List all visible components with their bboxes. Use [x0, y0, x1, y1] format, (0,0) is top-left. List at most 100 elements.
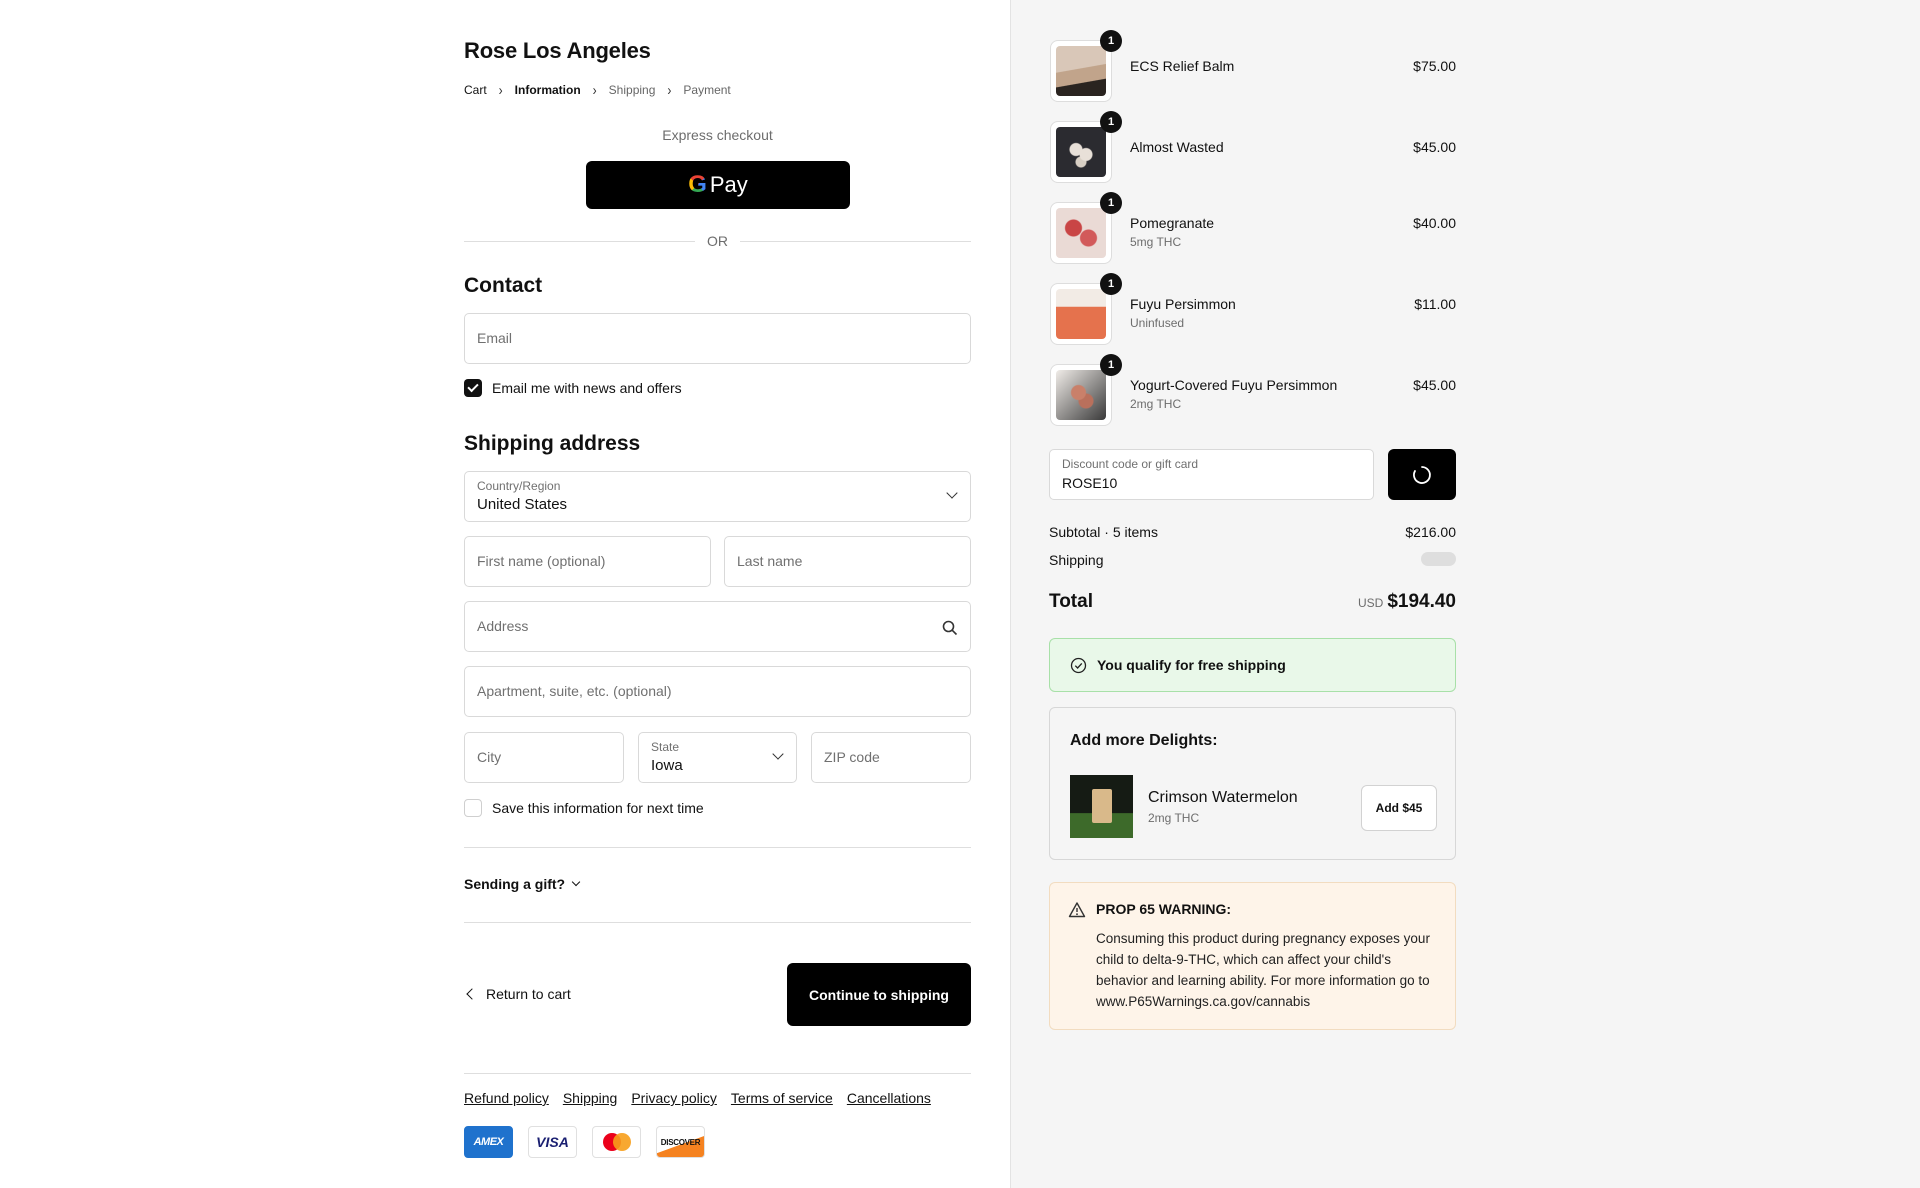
free-shipping-banner: You qualify for free shipping — [1049, 638, 1456, 692]
order-item: 1 Pomegranate 5mg THC $40.00 — [1050, 192, 1456, 265]
breadcrumb-shipping: Shipping — [608, 83, 656, 97]
shipping-loading-placeholder — [1421, 552, 1456, 566]
city-field[interactable]: City — [464, 732, 624, 783]
shipping-address-heading: Shipping address — [464, 432, 641, 455]
country-value: United States — [477, 496, 568, 513]
chevron-left-icon — [466, 988, 478, 1000]
apartment-field[interactable]: Apartment, suite, etc. (optional) — [464, 666, 971, 717]
state-label: State — [651, 740, 680, 754]
news-label: Email me with news and offers — [492, 380, 682, 396]
spinner-icon — [1413, 465, 1431, 484]
item-price: $75.00 — [1413, 58, 1456, 74]
email-placeholder: Email — [477, 330, 513, 346]
upsell-product-variant: 2mg THC — [1148, 811, 1200, 825]
zip-field[interactable]: ZIP code — [811, 732, 971, 783]
google-g-icon: G — [688, 171, 707, 198]
store-name[interactable]: Rose Los Angeles — [464, 38, 651, 64]
mastercard-icon — [592, 1126, 641, 1158]
country-label: Country/Region — [477, 479, 561, 493]
order-item: 1 ECS Relief Balm $75.00 — [1050, 30, 1456, 103]
item-price: $45.00 — [1413, 139, 1456, 155]
item-name: ECS Relief Balm — [1130, 58, 1235, 74]
order-item: 1 Almost Wasted $45.00 — [1050, 111, 1456, 184]
item-name: Fuyu Persimmon — [1130, 296, 1236, 312]
subtotal-label: Subtotal · 5 items — [1049, 524, 1158, 540]
address-placeholder: Address — [477, 618, 529, 634]
total-label: Total — [1049, 591, 1093, 612]
save-info-checkbox[interactable] — [464, 799, 482, 817]
prop65-warning: PROP 65 WARNING: Consuming this product … — [1049, 882, 1456, 1030]
cancellations-link[interactable]: Cancellations — [847, 1090, 931, 1106]
product-thumbnail — [1050, 364, 1112, 426]
checkout-main: Rose Los Angeles Cart › Information › Sh… — [0, 0, 1010, 1188]
city-placeholder: City — [477, 749, 502, 765]
item-price: $11.00 — [1414, 296, 1456, 312]
divider — [464, 1073, 971, 1074]
payment-cards: AMEX VISA DISCOVER — [464, 1126, 705, 1158]
first-name-field[interactable]: First name (optional) — [464, 536, 711, 587]
warning-text: Consuming this product during pregnancy … — [1096, 931, 1430, 1009]
apartment-placeholder: Apartment, suite, etc. (optional) — [477, 683, 672, 699]
chevron-right-icon: › — [592, 81, 597, 99]
item-name: Almost Wasted — [1130, 139, 1224, 155]
divider — [464, 922, 971, 923]
item-variant: Uninfused — [1130, 316, 1185, 330]
item-price: $45.00 — [1413, 377, 1456, 393]
total-value: $194.40 — [1387, 591, 1456, 612]
product-thumbnail — [1050, 40, 1112, 102]
return-label: Return to cart — [486, 986, 571, 1002]
chevron-down-icon — [772, 748, 784, 760]
divider — [464, 847, 971, 848]
product-thumbnail — [1050, 121, 1112, 183]
google-pay-button[interactable]: G Pay — [586, 161, 850, 209]
discount-code-field[interactable]: Discount code or gift card ROSE10 — [1049, 449, 1374, 500]
discover-icon: DISCOVER — [656, 1126, 705, 1158]
discount-label: Discount code or gift card — [1062, 457, 1199, 471]
contact-heading: Contact — [464, 274, 543, 297]
upsell-product-image — [1070, 775, 1133, 838]
check-circle-icon — [1070, 657, 1087, 673]
product-thumbnail — [1050, 283, 1112, 345]
refund-policy-link[interactable]: Refund policy — [464, 1090, 549, 1106]
terms-of-service-link[interactable]: Terms of service — [731, 1090, 833, 1106]
zip-placeholder: ZIP code — [824, 749, 880, 765]
apply-discount-button[interactable] — [1388, 449, 1456, 500]
warning-triangle-icon — [1068, 902, 1086, 918]
item-name: Yogurt-Covered Fuyu Persimmon — [1130, 377, 1338, 393]
add-upsell-button[interactable]: Add $45 — [1361, 785, 1437, 831]
email-field[interactable]: Email — [464, 313, 971, 364]
gift-label: Sending a gift? — [464, 876, 566, 892]
breadcrumb-payment: Payment — [683, 83, 731, 97]
continue-to-shipping-button[interactable]: Continue to shipping — [787, 963, 971, 1026]
total-amount: USD $194.40 — [1280, 591, 1456, 613]
state-select[interactable]: State Iowa — [638, 732, 797, 783]
item-name: Pomegranate — [1130, 215, 1215, 231]
amex-icon: AMEX — [464, 1126, 513, 1158]
country-select[interactable]: Country/Region United States — [464, 471, 971, 522]
policy-links: Refund policy Shipping Privacy policy Terms… — [464, 1090, 931, 1108]
quantity-badge: 1 — [1100, 111, 1122, 133]
subtotal-value: $216.00 — [1405, 524, 1456, 540]
return-to-cart-link[interactable]: Return to cart — [464, 986, 571, 1002]
chevron-right-icon: › — [667, 81, 672, 99]
quantity-badge: 1 — [1100, 354, 1122, 376]
breadcrumb-cart[interactable]: Cart — [464, 83, 487, 97]
address-field[interactable]: Address — [464, 601, 971, 652]
last-name-field[interactable]: Last name — [724, 536, 971, 587]
search-icon — [942, 620, 958, 636]
news-checkbox[interactable] — [464, 379, 482, 397]
product-thumbnail — [1050, 202, 1112, 264]
news-option[interactable]: Email me with news and offers — [464, 379, 682, 397]
warning-title: PROP 65 WARNING: — [1096, 901, 1232, 917]
shipping-label: Shipping — [1049, 552, 1104, 568]
shipping-policy-link[interactable]: Shipping — [563, 1090, 618, 1106]
currency-code: USD — [1357, 596, 1384, 610]
upsell-product-name: Crimson Watermelon — [1148, 789, 1298, 806]
express-checkout-title: Express checkout — [662, 127, 773, 143]
quantity-badge: 1 — [1100, 192, 1122, 214]
chevron-right-icon: › — [498, 81, 503, 99]
privacy-policy-link[interactable]: Privacy policy — [631, 1090, 717, 1106]
gift-toggle[interactable]: Sending a gift? — [464, 876, 581, 892]
save-info-option[interactable]: Save this information for next time — [464, 799, 704, 817]
discount-value: ROSE10 — [1062, 475, 1118, 491]
